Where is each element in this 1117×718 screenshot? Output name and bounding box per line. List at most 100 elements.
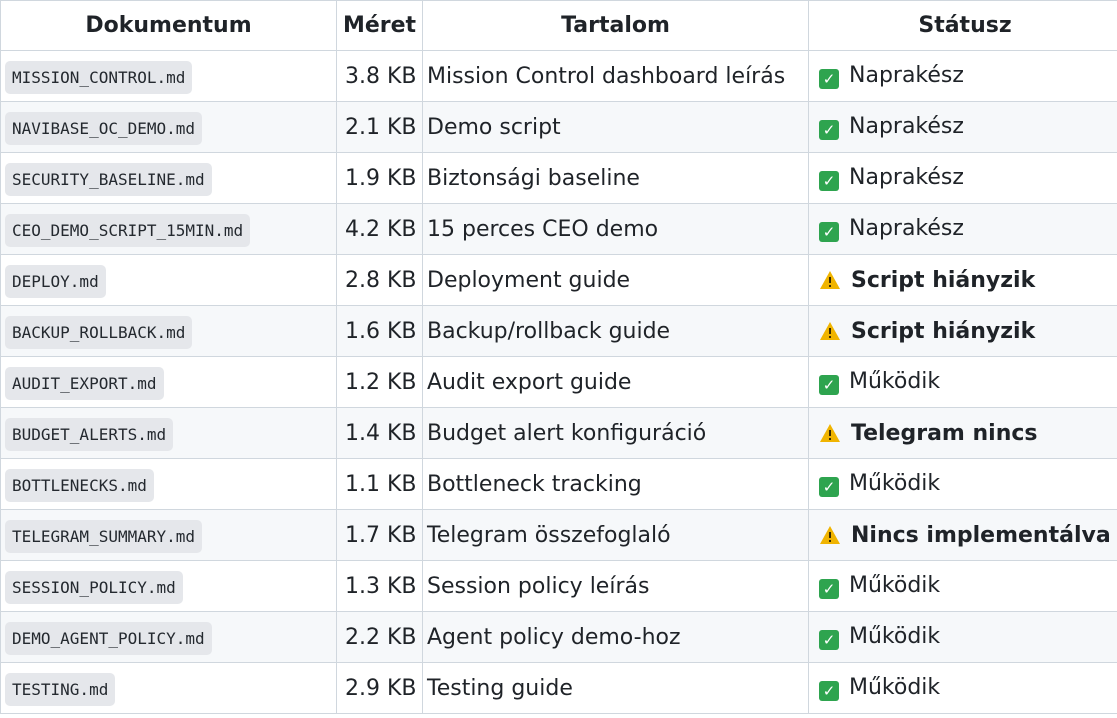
document-filename: SESSION_POLICY.md <box>5 570 183 604</box>
check-icon: ✓ <box>819 681 839 701</box>
header-content: Tartalom <box>422 0 809 51</box>
size-cell: 2.8 KB <box>336 254 423 306</box>
check-icon: ✓ <box>819 477 839 497</box>
table-row: BUDGET_ALERTS.md 1.4 KB Budget alert konfi… <box>0 407 1117 459</box>
content-cell: Budget alert konfiguráció <box>422 407 809 459</box>
table-row: SESSION_POLICY.md 1.3 KB Session policy le… <box>0 560 1117 612</box>
document-cell: SESSION_POLICY.md <box>0 560 337 612</box>
table-row: TELEGRAM_SUMMARY.md 1.7 KB Telegram összef… <box>0 509 1117 561</box>
status-text: Működik <box>849 369 941 394</box>
status-cell: ✓ Naprakész <box>808 50 1117 102</box>
check-icon: ✓ <box>819 630 839 650</box>
document-filename: NAVIBASE_OC_DEMO.md <box>5 111 203 145</box>
check-icon: ✓ <box>819 69 839 89</box>
status-cell: Telegram nincs <box>808 407 1117 459</box>
document-cell: BOTTLENECKS.md <box>0 458 337 510</box>
size-cell: 1.7 KB <box>336 509 423 561</box>
header-status: Státusz <box>808 0 1117 51</box>
status-text: Működik <box>849 624 941 649</box>
status-cell: Script hiányzik <box>808 305 1117 357</box>
status-cell: ✓ Naprakész <box>808 152 1117 204</box>
status-text: Működik <box>849 573 941 598</box>
content-cell: Telegram összefoglaló <box>422 509 809 561</box>
warning-icon <box>820 423 840 442</box>
status-text: Naprakész <box>849 216 964 241</box>
size-cell: 4.2 KB <box>336 203 423 255</box>
status-text: Naprakész <box>849 63 964 88</box>
document-cell: TELEGRAM_SUMMARY.md <box>0 509 337 561</box>
status-text: Naprakész <box>849 114 964 139</box>
document-cell: TESTING.md <box>0 662 337 714</box>
size-cell: 1.3 KB <box>336 560 423 612</box>
check-icon: ✓ <box>819 375 839 395</box>
document-cell: BACKUP_ROLLBACK.md <box>0 305 337 357</box>
check-icon: ✓ <box>819 120 839 140</box>
size-cell: 1.9 KB <box>336 152 423 204</box>
table-row: AUDIT_EXPORT.md 1.2 KB Audit export guide ✓… <box>0 356 1117 408</box>
warning-icon <box>820 270 840 289</box>
document-filename: DEMO_AGENT_POLICY.md <box>5 621 212 655</box>
content-cell: Audit export guide <box>422 356 809 408</box>
table-row: NAVIBASE_OC_DEMO.md 2.1 KB Demo script ✓ Nap… <box>0 101 1117 153</box>
status-text: Telegram nincs <box>851 420 1038 446</box>
size-cell: 2.1 KB <box>336 101 423 153</box>
check-icon: ✓ <box>819 171 839 191</box>
size-cell: 2.9 KB <box>336 662 423 714</box>
content-cell: Deployment guide <box>422 254 809 306</box>
warning-icon <box>820 321 840 340</box>
content-cell: Agent policy demo-hoz <box>422 611 809 663</box>
content-cell: Demo script <box>422 101 809 153</box>
status-cell: ✓ Naprakész <box>808 203 1117 255</box>
document-cell: MISSION_CONTROL.md <box>0 50 337 102</box>
content-cell: Backup/rollback guide <box>422 305 809 357</box>
table-row: DEMO_AGENT_POLICY.md 2.2 KB Agent policy d… <box>0 611 1117 663</box>
header-size: Méret <box>336 0 423 51</box>
status-cell: ✓ Működik <box>808 662 1117 714</box>
table-row: BOTTLENECKS.md 1.1 KB Bottleneck tracking ✓… <box>0 458 1117 510</box>
content-cell: Bottleneck tracking <box>422 458 809 510</box>
size-cell: 3.8 KB <box>336 50 423 102</box>
status-text: Nincs implementálva <box>851 522 1111 548</box>
status-cell: ✓ Működik <box>808 611 1117 663</box>
status-cell: ✓ Működik <box>808 356 1117 408</box>
table-row: BACKUP_ROLLBACK.md 1.6 KB Backup/rollback … <box>0 305 1117 357</box>
document-filename: BACKUP_ROLLBACK.md <box>5 315 193 349</box>
content-cell: Biztonsági baseline <box>422 152 809 204</box>
table-row: MISSION_CONTROL.md 3.8 KB Mission Control … <box>0 50 1117 102</box>
table-row: TESTING.md 2.9 KB Testing guide ✓ Működik <box>0 662 1117 714</box>
document-cell: DEPLOY.md <box>0 254 337 306</box>
status-cell: ✓ Naprakész <box>808 101 1117 153</box>
document-filename: CEO_DEMO_SCRIPT_15MIN.md <box>5 213 251 247</box>
document-filename: BUDGET_ALERTS.md <box>5 417 174 451</box>
header-row: Dokumentum Méret Tartalom Státusz <box>0 0 1117 51</box>
table-row: DEPLOY.md 2.8 KB Deployment guide Script hi… <box>0 254 1117 306</box>
size-cell: 1.4 KB <box>336 407 423 459</box>
document-cell: CEO_DEMO_SCRIPT_15MIN.md <box>0 203 337 255</box>
status-text: Script hiányzik <box>851 318 1036 344</box>
content-cell: 15 perces CEO demo <box>422 203 809 255</box>
status-text: Naprakész <box>849 165 964 190</box>
document-filename: DEPLOY.md <box>5 264 106 298</box>
document-cell: NAVIBASE_OC_DEMO.md <box>0 101 337 153</box>
content-cell: Session policy leírás <box>422 560 809 612</box>
status-cell: Nincs implementálva <box>808 509 1117 561</box>
status-text: Működik <box>849 675 941 700</box>
document-cell: BUDGET_ALERTS.md <box>0 407 337 459</box>
document-filename: TESTING.md <box>5 672 116 706</box>
content-cell: Mission Control dashboard leírás <box>422 50 809 102</box>
documents-table: Dokumentum Méret Tartalom Státusz MISSIO… <box>0 0 1117 714</box>
size-cell: 1.6 KB <box>336 305 423 357</box>
status-text: Működik <box>849 471 941 496</box>
content-cell: Testing guide <box>422 662 809 714</box>
check-icon: ✓ <box>819 579 839 599</box>
document-cell: SECURITY_BASELINE.md <box>0 152 337 204</box>
status-cell: ✓ Működik <box>808 458 1117 510</box>
document-cell: DEMO_AGENT_POLICY.md <box>0 611 337 663</box>
header-document: Dokumentum <box>0 0 337 51</box>
document-filename: SECURITY_BASELINE.md <box>5 162 212 196</box>
size-cell: 2.2 KB <box>336 611 423 663</box>
table-row: SECURITY_BASELINE.md 1.9 KB Biztonsági bas… <box>0 152 1117 204</box>
status-cell: ✓ Működik <box>808 560 1117 612</box>
document-filename: TELEGRAM_SUMMARY.md <box>5 519 203 553</box>
size-cell: 1.2 KB <box>336 356 423 408</box>
